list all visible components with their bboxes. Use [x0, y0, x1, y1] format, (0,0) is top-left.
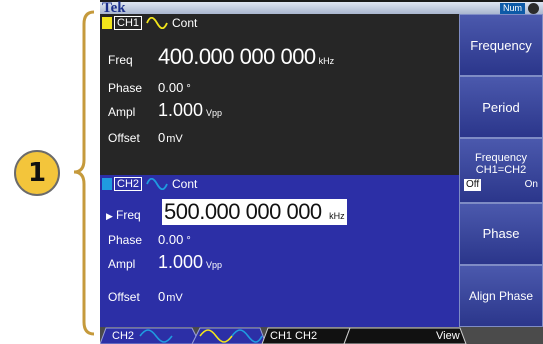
ch2-offset-row[interactable]: Offset 0 mV	[108, 289, 183, 304]
toggle-off-option[interactable]: Off	[464, 179, 482, 191]
callout-bracket	[73, 10, 95, 336]
bottom-tab-bar: CH2 CH1 CH2 View	[100, 327, 543, 344]
instrument-screen: Tek Num CH1 Cont Freq 400.000 000 000 kH…	[100, 0, 543, 344]
ch2-ampl-unit: Vpp	[206, 260, 223, 270]
ch2-phase-unit: °	[186, 235, 191, 247]
ch2-tag: CH2	[114, 177, 143, 191]
sine-wave-icon	[146, 17, 168, 29]
status-indicator-icon	[528, 3, 539, 14]
ch1-freq-label: Freq	[108, 53, 133, 67]
ch1-offset-unit: mV	[166, 133, 183, 145]
selection-arrow-icon: ▶	[106, 211, 113, 221]
ch1-offset-row[interactable]: Offset 0 mV	[108, 130, 183, 145]
ch1-ampl-row[interactable]: Ampl 1.000 Vpp	[108, 100, 222, 121]
tab-ch1-ch2[interactable]: CH1 CH2	[270, 330, 317, 342]
ch1-offset-label: Offset	[108, 131, 140, 145]
status-bar: Tek Num	[100, 0, 543, 16]
ch1-header: CH1 Cont	[102, 16, 197, 30]
ch2-phase-label: Phase	[108, 233, 143, 247]
ch2-color-marker	[102, 178, 112, 190]
tab-shapes	[100, 327, 467, 344]
ch2-phase-value[interactable]: 0.00	[158, 232, 183, 247]
ch1-run-mode: Cont	[172, 16, 198, 30]
phase-softkey[interactable]: Phase	[459, 202, 543, 265]
ch2-freq-row[interactable]: ▶ Freq 500.000 000 000 kHz	[106, 199, 347, 225]
ch2-freq-value: 500.000 000 000	[164, 199, 322, 224]
ch1-phase-label: Phase	[108, 81, 143, 95]
ch2-offset-value[interactable]: 0	[158, 289, 165, 304]
ch2-freq-field[interactable]: 500.000 000 000 kHz	[162, 199, 347, 225]
tab-ch2[interactable]: CH2	[112, 330, 134, 342]
ch1-ampl-label: Ampl	[108, 105, 136, 119]
callout-number-badge: 1	[14, 150, 60, 196]
ch2-phase-row[interactable]: Phase 0.00 °	[108, 232, 191, 247]
ch1-phase-row[interactable]: Phase 0.00 °	[108, 80, 191, 95]
ch2-offset-label: Offset	[108, 290, 140, 304]
ch2-freq-unit: kHz	[329, 211, 345, 221]
ch1-phase-unit: °	[186, 83, 191, 95]
align-phase-softkey[interactable]: Align Phase	[459, 264, 543, 328]
ch1-ampl-unit: Vpp	[206, 108, 223, 118]
ch2-header: CH2 Cont	[102, 177, 197, 191]
frequency-link-softkey[interactable]: Frequency CH1=CH2 Off On	[459, 138, 543, 203]
num-lock-badge: Num	[499, 3, 525, 14]
toggle-on-option[interactable]: On	[525, 179, 538, 191]
frequency-link-label-line1: Frequency	[475, 152, 527, 164]
ch2-freq-label: Freq	[116, 208, 141, 222]
ch1-tag: CH1	[114, 16, 143, 30]
ch1-phase-value[interactable]: 0.00	[158, 80, 183, 95]
ch1-color-marker	[102, 17, 112, 29]
frequency-link-toggle[interactable]: Off On	[464, 179, 538, 191]
ch1-panel[interactable]: CH1 Cont Freq 400.000 000 000 kHz Phase …	[100, 14, 459, 175]
frequency-link-label-line2: CH1=CH2	[475, 164, 527, 176]
ch2-offset-unit: mV	[166, 292, 183, 304]
callout-number: 1	[27, 158, 47, 188]
tab-view[interactable]: View	[436, 330, 460, 342]
ch2-panel[interactable]: CH2 Cont ▶ Freq 500.000 000 000 kHz Phas…	[100, 175, 459, 327]
frequency-softkey[interactable]: Frequency	[459, 14, 543, 77]
ch2-ampl-row[interactable]: Ampl 1.000 Vpp	[108, 252, 222, 273]
ch1-freq-row[interactable]: Freq 400.000 000 000 kHz	[108, 44, 334, 70]
ch1-freq-unit: kHz	[318, 56, 335, 66]
ch1-ampl-value[interactable]: 1.000	[158, 100, 203, 121]
ch1-freq-value[interactable]: 400.000 000 000	[158, 44, 316, 70]
softkey-column: Frequency Period Frequency CH1=CH2 Off O…	[459, 14, 543, 328]
period-softkey[interactable]: Period	[459, 76, 543, 139]
sine-wave-icon	[146, 178, 168, 190]
ch2-run-mode: Cont	[172, 177, 198, 191]
ch2-ampl-label: Ampl	[108, 257, 136, 271]
ch1-offset-value[interactable]: 0	[158, 130, 165, 145]
ch2-ampl-value[interactable]: 1.000	[158, 252, 203, 273]
